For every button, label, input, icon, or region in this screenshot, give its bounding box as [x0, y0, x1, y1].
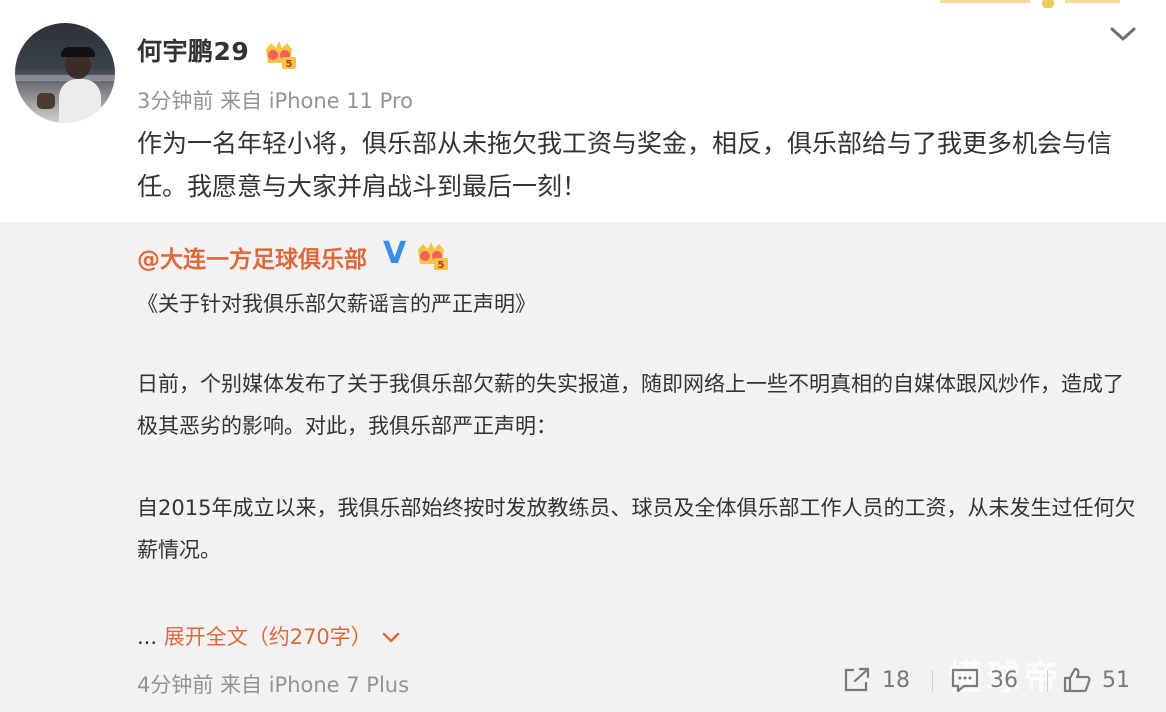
avatar[interactable] — [15, 23, 115, 123]
share-button[interactable]: 18 — [842, 662, 910, 698]
action-bar: 18 36 51 — [842, 662, 1142, 702]
share-count: 18 — [882, 667, 910, 693]
repost-paragraph: 日前，个别媒体发布了关于我俱乐部欠薪的失实报道，随即网络上一些不明真相的自媒体跟… — [137, 372, 1124, 438]
chevron-down-icon[interactable] — [1108, 22, 1138, 46]
repost-paragraph: 自2015年成立以来，我俱乐部始终按时发放教练员、球员及全体俱乐部工作人员的工资… — [137, 496, 1136, 562]
like-button[interactable]: 51 — [1062, 662, 1130, 698]
badge-level: 5 — [286, 59, 293, 69]
like-count: 51 — [1102, 667, 1130, 693]
repost-author-link[interactable]: @大连一方足球俱乐部 — [137, 240, 367, 274]
post-meta: 3分钟前 来自 iPhone 11 Pro — [137, 89, 413, 113]
action-divider — [932, 670, 933, 692]
expand-label[interactable]: 展开全文（约270字） — [164, 625, 372, 649]
verified-icon: V — [383, 236, 407, 271]
weibo-post: 何宇鹏29 5 3分钟前 来自 iPhone 11 Pro 作为一名年轻小将，俱… — [0, 0, 1166, 222]
member-crown-icon[interactable]: 5 — [414, 240, 448, 270]
member-crown-icon[interactable]: 5 — [262, 39, 296, 69]
repost-title: 《关于针对我俱乐部欠薪谣言的严正声明》 — [137, 292, 536, 316]
repost-meta: 4分钟前 来自 iPhone 7 Plus — [137, 673, 410, 697]
comment-count: 36 — [990, 667, 1018, 693]
top-decoration-graphic — [940, 0, 1120, 8]
expand-full-text-link[interactable]: ... 展开全文（约270字） — [137, 621, 400, 651]
comment-button[interactable]: 36 — [950, 662, 1018, 698]
comment-icon — [951, 668, 979, 693]
post-content: 作为一名年轻小将，俱乐部从未拖欠我工资与奖金，相反，俱乐部给与了我更多机会与信任… — [137, 129, 1113, 201]
badge-level: 5 — [438, 260, 445, 270]
share-icon — [844, 667, 870, 692]
action-divider — [1047, 670, 1048, 692]
username[interactable]: 何宇鹏29 — [137, 32, 249, 68]
ellipsis: ... — [137, 625, 164, 649]
chevron-down-icon[interactable] — [382, 631, 400, 645]
repost-card[interactable]: @大连一方足球俱乐部 V 5 《关于针对我俱乐部欠薪谣言的严正声明》 日前，个别… — [0, 222, 1166, 712]
thumbs-up-icon — [1063, 667, 1091, 693]
